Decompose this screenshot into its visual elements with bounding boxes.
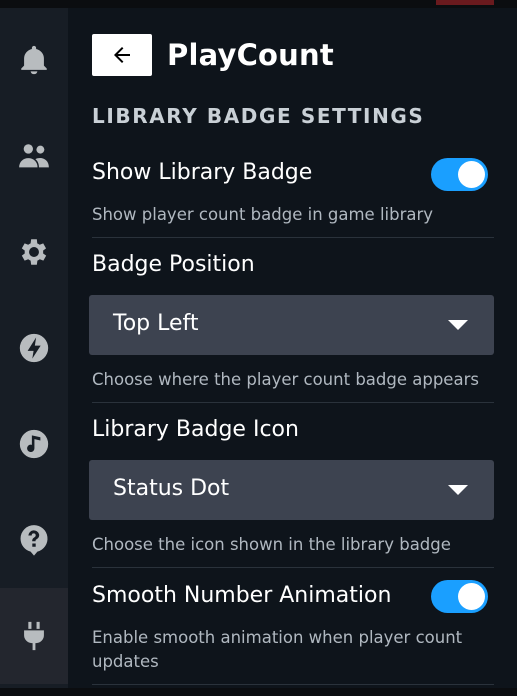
sidebar-item-settings[interactable] xyxy=(0,204,68,300)
friends-icon xyxy=(19,144,49,168)
plugin-settings-panel: PlayCount LIBRARY BADGE SETTINGS Show Li… xyxy=(68,8,517,688)
sidebar-item-music[interactable] xyxy=(0,396,68,492)
badge-position-label: Badge Position xyxy=(92,252,255,277)
chevron-down-icon xyxy=(448,485,468,495)
page-title: PlayCount xyxy=(167,38,334,72)
sidebar-item-friends[interactable] xyxy=(0,108,68,204)
sidebar-item-help[interactable] xyxy=(0,492,68,588)
chevron-down-icon xyxy=(448,320,468,330)
bell-icon xyxy=(21,45,47,75)
badge-icon-dropdown[interactable]: Status Dot xyxy=(89,460,494,520)
top-strip xyxy=(0,0,517,8)
divider xyxy=(92,684,494,685)
badge-position-description: Choose where the player count badge appe… xyxy=(92,370,479,389)
sidebar xyxy=(0,8,68,688)
smooth-animation-toggle[interactable] xyxy=(431,580,488,613)
game-art-fragment xyxy=(436,0,494,5)
badge-position-value: Top Left xyxy=(113,311,199,336)
toggle-knob xyxy=(458,161,485,188)
gear-icon xyxy=(21,239,47,265)
arrow-left-icon xyxy=(114,47,130,63)
smooth-animation-description: Enable smooth animation when player coun… xyxy=(92,628,463,671)
show-badge-toggle[interactable] xyxy=(431,158,488,191)
back-button[interactable] xyxy=(92,34,152,76)
smooth-animation-label: Smooth Number Animation xyxy=(92,583,392,608)
divider xyxy=(92,402,494,403)
lightning-icon xyxy=(19,333,49,363)
sidebar-item-notifications[interactable] xyxy=(0,12,68,108)
help-icon xyxy=(20,525,48,556)
header: PlayCount xyxy=(92,34,334,76)
badge-icon-value: Status Dot xyxy=(113,476,230,501)
plug-icon xyxy=(24,621,44,651)
badge-position-dropdown[interactable]: Top Left xyxy=(89,295,494,355)
music-icon xyxy=(19,429,49,459)
divider xyxy=(92,237,494,238)
sidebar-item-plugins[interactable] xyxy=(0,588,68,684)
divider xyxy=(92,567,494,568)
section-title: LIBRARY BADGE SETTINGS xyxy=(92,104,425,128)
show-badge-label: Show Library Badge xyxy=(92,160,313,185)
show-badge-description: Show player count badge in game library xyxy=(92,205,434,224)
badge-icon-description: Choose the icon shown in the library bad… xyxy=(92,535,451,554)
bottom-strip xyxy=(0,688,517,696)
toggle-knob xyxy=(458,583,485,610)
sidebar-item-power[interactable] xyxy=(0,300,68,396)
badge-icon-label: Library Badge Icon xyxy=(92,417,299,442)
